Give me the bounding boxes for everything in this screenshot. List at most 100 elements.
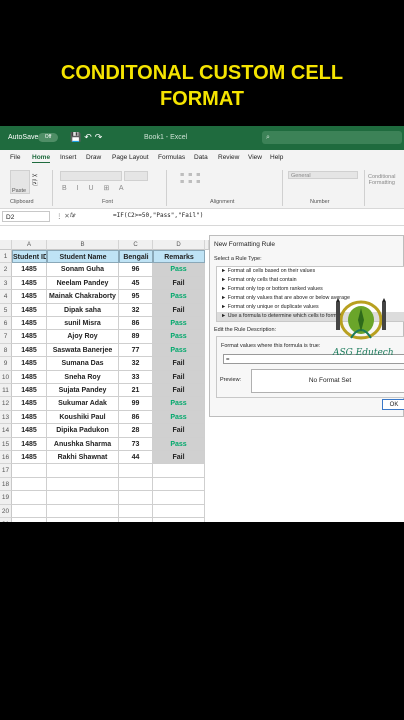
table-cell[interactable]: Sumana Das — [47, 357, 119, 371]
row-header[interactable]: 15 — [0, 437, 12, 451]
tab-file[interactable]: File — [10, 154, 20, 161]
formula-input[interactable]: =IF(C2>=50,"Pass","Fail") — [113, 212, 203, 219]
table-cell[interactable]: Dipak saha — [47, 303, 119, 317]
row-header[interactable]: 12 — [0, 397, 12, 411]
table-header-cell[interactable]: Remarks — [153, 250, 205, 264]
row-header[interactable]: 17 — [0, 464, 12, 478]
table-cell[interactable]: 1485 — [12, 330, 47, 344]
empty-cell[interactable] — [119, 504, 153, 518]
row-header[interactable]: 4 — [0, 290, 12, 304]
table-cell[interactable]: 28 — [119, 424, 153, 438]
remarks-cell[interactable]: Pass — [153, 317, 205, 331]
table-cell[interactable]: 95 — [119, 290, 153, 304]
table-cell[interactable]: sunil Misra — [47, 317, 119, 331]
table-cell[interactable]: Saswata Banerjee — [47, 343, 119, 358]
column-header[interactable]: D — [153, 240, 205, 250]
remarks-cell[interactable]: Fail — [153, 451, 205, 465]
tab-home[interactable]: Home — [32, 154, 51, 163]
clipboard-tools[interactable]: ✂ ⎘ — [32, 172, 38, 188]
column-header[interactable]: A — [12, 240, 47, 250]
table-cell[interactable]: 1485 — [12, 384, 47, 398]
table-cell[interactable]: 1485 — [12, 343, 47, 358]
remarks-cell[interactable]: Pass — [153, 410, 205, 425]
table-header-cell[interactable]: Student Name — [47, 250, 119, 264]
table-cell[interactable]: 86 — [119, 317, 153, 331]
table-cell[interactable]: Koushiki Paul — [47, 410, 119, 425]
table-cell[interactable]: 73 — [119, 437, 153, 451]
row-header[interactable]: 10 — [0, 370, 12, 384]
table-cell[interactable]: Sneha Roy — [47, 370, 119, 384]
table-cell[interactable]: 21 — [119, 384, 153, 398]
table-cell[interactable]: 1485 — [12, 317, 47, 331]
table-cell[interactable]: Rakhi Shawnat — [47, 451, 119, 465]
empty-cell[interactable] — [153, 504, 205, 518]
empty-cell[interactable] — [119, 477, 153, 492]
quick-access-icons[interactable]: 💾↶↷ — [70, 132, 105, 143]
table-cell[interactable]: 89 — [119, 330, 153, 344]
remarks-cell[interactable]: Fail — [153, 370, 205, 384]
table-header-cell[interactable]: Bengali — [119, 250, 153, 264]
empty-cell[interactable] — [47, 477, 119, 492]
remarks-cell[interactable]: Pass — [153, 343, 205, 358]
remarks-cell[interactable]: Pass — [153, 437, 205, 451]
table-cell[interactable]: 1485 — [12, 424, 47, 438]
font-style-buttons[interactable]: B I U ⊞ A — [62, 184, 128, 192]
table-cell[interactable]: 1485 — [12, 437, 47, 451]
row-header[interactable]: 9 — [0, 357, 12, 371]
select-all-corner[interactable] — [0, 240, 12, 250]
table-cell[interactable]: 1485 — [12, 303, 47, 317]
font-size-dropdown[interactable] — [124, 171, 148, 181]
remarks-cell[interactable]: Fail — [153, 384, 205, 398]
row-header[interactable]: 8 — [0, 343, 12, 358]
remarks-cell[interactable]: Fail — [153, 424, 205, 438]
table-cell[interactable]: 1485 — [12, 397, 47, 411]
table-cell[interactable]: Anushka Sharma — [47, 437, 119, 451]
empty-cell[interactable] — [12, 491, 47, 505]
table-cell[interactable]: 1485 — [12, 370, 47, 384]
tab-insert[interactable]: Insert — [60, 154, 76, 161]
tab-draw[interactable]: Draw — [86, 154, 101, 161]
row-header[interactable]: 1 — [0, 250, 12, 264]
empty-cell[interactable] — [12, 518, 47, 522]
empty-cell[interactable] — [153, 518, 205, 522]
alignment-buttons[interactable]: ≡≡≡ ≡≡≡ — [180, 172, 204, 186]
remarks-cell[interactable]: Pass — [153, 263, 205, 277]
empty-cell[interactable] — [119, 518, 153, 522]
empty-cell[interactable] — [119, 464, 153, 478]
table-cell[interactable]: 32 — [119, 303, 153, 317]
row-header[interactable]: 21 — [0, 518, 12, 522]
table-cell[interactable]: 33 — [119, 370, 153, 384]
empty-cell[interactable] — [119, 491, 153, 505]
empty-cell[interactable] — [12, 477, 47, 492]
tab-review[interactable]: Review — [218, 154, 239, 161]
row-header[interactable]: 3 — [0, 276, 12, 291]
empty-cell[interactable] — [47, 504, 119, 518]
table-cell[interactable]: 99 — [119, 397, 153, 411]
row-header[interactable]: 11 — [0, 384, 12, 398]
table-cell[interactable]: Sujata Pandey — [47, 384, 119, 398]
tab-formulas[interactable]: Formulas — [158, 154, 185, 161]
conditional-formatting-button[interactable]: Conditional Formatting — [368, 174, 396, 186]
rule-type-item[interactable]: ► Format only cells that contain — [217, 276, 404, 285]
tab-help[interactable]: Help — [270, 154, 283, 161]
remarks-cell[interactable]: Fail — [153, 357, 205, 371]
table-cell[interactable]: 1485 — [12, 357, 47, 371]
table-cell[interactable]: Sonam Guha — [47, 263, 119, 277]
tab-data[interactable]: Data — [194, 154, 208, 161]
table-cell[interactable]: 1485 — [12, 410, 47, 425]
row-header[interactable]: 2 — [0, 263, 12, 277]
remarks-cell[interactable]: Fail — [153, 303, 205, 317]
fx-icon[interactable]: fx — [70, 212, 75, 219]
table-cell[interactable]: 44 — [119, 451, 153, 465]
ok-button[interactable]: OK — [382, 399, 404, 410]
table-cell[interactable]: 32 — [119, 357, 153, 371]
empty-cell[interactable] — [153, 464, 205, 478]
search-box[interactable]: ⌕ — [262, 131, 402, 144]
empty-cell[interactable] — [12, 464, 47, 478]
table-cell[interactable]: Dipika Padukon — [47, 424, 119, 438]
name-box[interactable]: D2 — [2, 211, 50, 222]
empty-cell[interactable] — [47, 464, 119, 478]
row-header[interactable]: 18 — [0, 477, 12, 492]
empty-cell[interactable] — [47, 518, 119, 522]
row-header[interactable]: 16 — [0, 451, 12, 465]
